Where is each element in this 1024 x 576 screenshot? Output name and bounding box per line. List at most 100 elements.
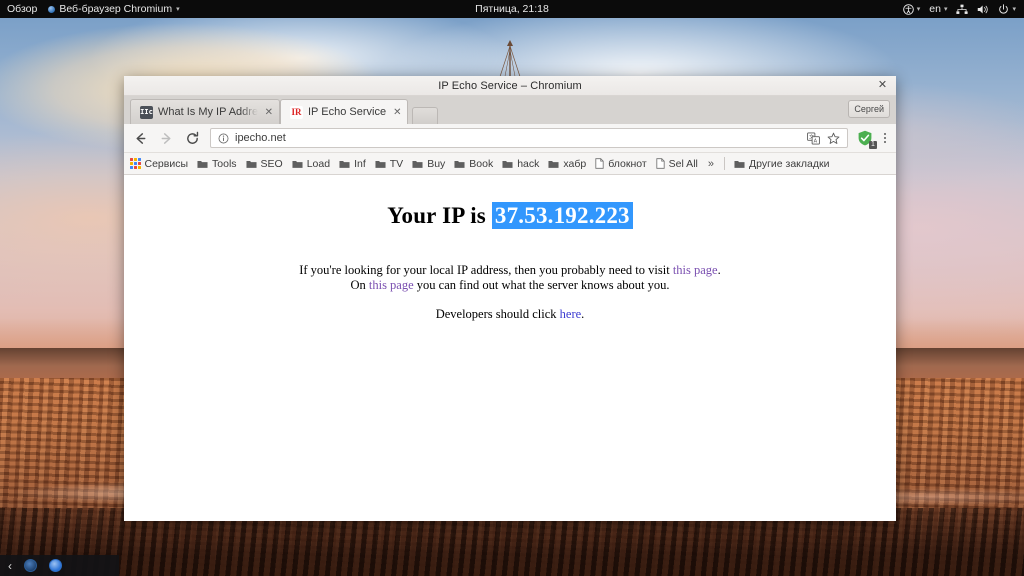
bookmark-folder-load[interactable]: Load	[292, 158, 330, 170]
new-tab-button[interactable]	[412, 107, 439, 124]
chevron-down-icon: ▾	[943, 5, 948, 13]
app-menu-label: Веб-браузер Chromium	[59, 3, 173, 15]
bookmarks-separator	[723, 157, 725, 170]
bookmark-label: Tools	[212, 157, 237, 170]
bookmark-folder-tools[interactable]: Tools	[197, 158, 237, 170]
window-title: IP Echo Service – Chromium	[438, 79, 582, 92]
paragraph-text: If you're looking for your local IP addr…	[299, 263, 673, 277]
chrome-icon[interactable]	[49, 559, 62, 572]
bookmark-label: Buy	[427, 157, 446, 170]
bookmark-folder-seo[interactable]: SEO	[246, 158, 283, 170]
tab-title: What Is My IP Addre	[158, 106, 258, 118]
page-icon	[595, 158, 604, 169]
folder-icon	[412, 160, 423, 168]
address-bar-url: ipecho.net	[235, 132, 286, 144]
extension-badge-count: 1	[869, 140, 877, 149]
shield-extension-button[interactable]: 1	[857, 130, 877, 149]
bookmark-label: хабр	[563, 157, 587, 170]
page-content: Your IP is 37.53.192.223 If you're looki…	[124, 175, 896, 521]
bookmark-folder-inf[interactable]: Inf	[339, 158, 366, 170]
bookmark-label: Book	[469, 157, 494, 170]
collapse-chevron-icon[interactable]: ‹	[8, 560, 12, 572]
tab-close-icon[interactable]: ✕	[265, 107, 273, 118]
chevron-down-icon: ▾	[916, 5, 921, 13]
forward-button[interactable]	[158, 130, 175, 147]
power-icon	[999, 3, 1009, 14]
browser-toolbar: ipecho.net 文 A 1	[124, 124, 896, 153]
page-heading: Your IP is 37.53.192.223	[124, 202, 896, 229]
accessibility-menu[interactable]: ▾	[902, 3, 921, 15]
extensions-area: 1	[857, 130, 888, 149]
bookmark-label: TV	[389, 157, 404, 170]
bookmark-label: Сервисы	[144, 157, 189, 170]
window-titlebar[interactable]: IP Echo Service – Chromium ✕	[124, 76, 896, 96]
page-icon	[656, 158, 665, 169]
browser-tab-ip-echo-service[interactable]: IR IP Echo Service ✕	[280, 99, 409, 124]
network-icon[interactable]	[956, 4, 969, 15]
browser-tab-what-is-my-ip[interactable]: IIc What Is My IP Addre ✕	[130, 99, 280, 124]
keyboard-layout-menu[interactable]: en ▾	[929, 3, 947, 15]
keyboard-layout-label: en	[929, 3, 941, 15]
developers-here-link[interactable]: here	[560, 307, 582, 321]
bookmark-folder-book[interactable]: Book	[454, 158, 493, 170]
address-bar[interactable]: ipecho.net 文 A	[210, 128, 848, 148]
paragraph-text: On	[350, 277, 369, 292]
folder-icon	[502, 160, 513, 168]
this-page-link-1[interactable]: this page	[673, 263, 718, 277]
tab-close-icon[interactable]: ✕	[393, 107, 401, 118]
apps-grid-icon	[130, 158, 141, 169]
taskbar-dock: ‹	[0, 555, 119, 576]
bookmarks-overflow-button[interactable]: »	[707, 158, 715, 170]
power-menu[interactable]: ▾	[998, 3, 1016, 15]
bookmark-page-bloknot[interactable]: блокнот	[595, 157, 647, 170]
folder-icon	[339, 160, 350, 168]
bookmark-label: hack	[517, 157, 540, 170]
browser-menu-button[interactable]	[882, 133, 888, 143]
svg-text:A: A	[814, 138, 818, 144]
three-dots-icon	[884, 133, 886, 135]
chevron-down-icon: ▾	[176, 5, 180, 13]
paragraph-text: Developers should click	[435, 306, 560, 321]
chevron-down-icon: ▾	[1012, 5, 1016, 13]
reload-button[interactable]	[184, 130, 201, 147]
app-menu-button[interactable]: Веб-браузер Chromium ▾	[48, 3, 180, 15]
tab-title: IP Echo Service	[308, 106, 387, 118]
profile-button[interactable]: Сергей	[848, 100, 890, 118]
ip-address-value[interactable]: 37.53.192.223	[491, 202, 633, 229]
folder-icon	[454, 160, 465, 168]
bookmark-apps-services[interactable]: Сервисы	[130, 158, 188, 170]
chromium-icon[interactable]	[24, 559, 37, 572]
bookmarks-bar: Сервисы Tools SEO Load Inf TV Buy Book h…	[124, 153, 896, 175]
window-close-button[interactable]: ✕	[876, 79, 889, 92]
developers-paragraph: Developers should click here.	[124, 307, 896, 322]
bookmark-folder-other-bookmarks[interactable]: Другие закладки	[734, 158, 829, 170]
star-icon[interactable]	[827, 132, 840, 145]
info-icon[interactable]	[218, 133, 229, 144]
bookmark-label: Inf	[354, 157, 366, 170]
bookmark-label: Load	[306, 157, 331, 170]
activities-label: Обзор	[7, 3, 38, 15]
translate-icon[interactable]: 文 A	[807, 132, 820, 145]
paragraph-text: .	[717, 263, 721, 277]
activities-button[interactable]: Обзор	[7, 3, 37, 15]
bookmark-folder-buy[interactable]: Buy	[412, 158, 445, 170]
paragraph-text: .	[581, 306, 585, 321]
bookmark-folder-habr[interactable]: хабр	[548, 158, 586, 170]
accessibility-icon	[902, 3, 914, 15]
bookmark-folder-tv[interactable]: TV	[375, 158, 403, 170]
bookmark-label: SEO	[260, 157, 283, 170]
paragraph-text: you can find out what the server knows a…	[413, 277, 670, 292]
folder-icon	[375, 160, 386, 168]
this-page-link-2[interactable]: this page	[369, 278, 414, 292]
bookmark-label: блокнот	[608, 157, 647, 170]
bookmark-page-sel-all[interactable]: Sel All	[656, 158, 698, 170]
folder-icon	[292, 160, 303, 168]
tab-strip: IIc What Is My IP Addre ✕ IR IP Echo Ser…	[124, 96, 896, 124]
bookmark-folder-hack[interactable]: hack	[502, 158, 539, 170]
local-ip-paragraph: If you're looking for your local IP addr…	[124, 263, 896, 293]
back-button[interactable]	[132, 130, 149, 147]
tab-favicon-icon: IIc	[140, 105, 153, 119]
volume-icon[interactable]	[977, 4, 989, 15]
chromium-window: IP Echo Service – Chromium ✕ IIc What Is…	[124, 76, 896, 521]
bookmark-label: Sel All	[668, 157, 698, 170]
